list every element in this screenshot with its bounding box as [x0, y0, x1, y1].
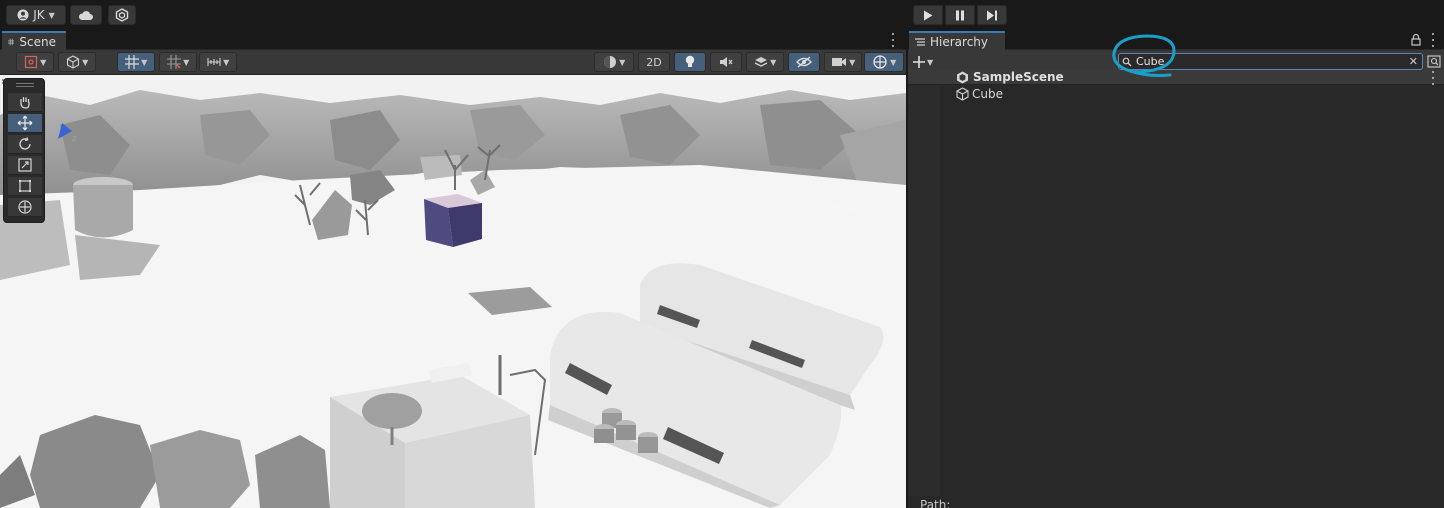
palette-grip[interactable]	[16, 83, 34, 87]
scene-panel: Scene ▼ ▼ ▼ ▼ ▼ ▼ 2D ▼ ▼ ▼ z Persp	[0, 30, 906, 508]
scene-root-row[interactable]: SampleScene	[908, 70, 1444, 85]
chevron-down-icon: ▼	[220, 57, 230, 67]
hand-tool[interactable]	[8, 93, 42, 112]
audio-toggle[interactable]	[710, 52, 742, 72]
plus-icon	[913, 56, 925, 68]
shading-mode-dropdown[interactable]: ▼	[594, 52, 634, 72]
effects-icon	[754, 57, 767, 67]
lighting-toggle[interactable]	[674, 52, 706, 72]
account-label: JK	[33, 8, 45, 22]
grid-snap-icon	[124, 55, 139, 69]
scale-tool[interactable]	[8, 156, 42, 175]
play-icon	[924, 10, 933, 20]
scene-visibility-toggle[interactable]	[788, 52, 820, 72]
scene-viewport[interactable]: y z Persp	[0, 75, 906, 508]
gizmo-icon	[872, 55, 887, 69]
hierarchy-tab-bar: Hierarchy	[908, 30, 1444, 50]
gizmo-z-label: z	[72, 134, 77, 144]
main-toolbar: JK ▼	[0, 0, 1444, 30]
hierarchy-search[interactable]: ✕	[1118, 53, 1423, 70]
rotate-icon	[19, 137, 31, 150]
search-filter-icon[interactable]	[1427, 54, 1441, 69]
clear-search-icon[interactable]: ✕	[1409, 54, 1418, 70]
rect-tool[interactable]	[8, 177, 42, 196]
camera-dropdown[interactable]: ▼	[824, 52, 862, 72]
grid-icon	[8, 38, 15, 45]
list-item-label: Cube	[972, 87, 1003, 101]
scale-icon	[18, 158, 32, 172]
pause-icon	[956, 10, 964, 20]
scene-render	[0, 75, 906, 508]
chevron-down-icon: ▼	[48, 10, 55, 20]
cube-view-icon	[66, 55, 79, 69]
path-label: Path:	[920, 498, 951, 508]
tool-palette	[3, 78, 45, 223]
tab-hierarchy[interactable]: Hierarchy	[909, 31, 1005, 50]
2d-label: 2D	[646, 55, 662, 69]
grid-snap-toggle[interactable]: ▼	[117, 52, 155, 72]
chevron-down-icon: ▼	[616, 57, 626, 67]
cloud-icon	[78, 10, 93, 20]
scene-name: SampleScene	[973, 70, 1064, 84]
scene-row-more-icon[interactable]	[1429, 71, 1437, 85]
hierarchy-more-icon[interactable]	[1429, 33, 1437, 47]
unity-scene-icon	[957, 71, 968, 84]
ruler-icon	[207, 58, 221, 66]
chevron-down-icon: ▼	[846, 57, 856, 67]
increment-snap-toggle[interactable]: ▼	[159, 52, 197, 72]
chevron-down-icon: ▼	[767, 57, 777, 67]
transform-tool-dropdown[interactable]: ▼	[16, 52, 54, 72]
transform-tool[interactable]	[8, 198, 42, 217]
scene-more-icon[interactable]	[889, 33, 897, 47]
hierarchy-gutter	[908, 86, 940, 496]
list-icon	[915, 37, 925, 46]
rotate-tool[interactable]	[8, 135, 42, 154]
tab-scene[interactable]: Scene	[2, 31, 66, 50]
light-icon	[685, 55, 695, 67]
chevron-down-icon: ▼	[37, 57, 47, 67]
chevron-down-icon: ▼	[887, 57, 897, 67]
account-icon	[17, 9, 29, 21]
chevron-down-icon: ▼	[180, 57, 190, 67]
rect-icon	[19, 180, 31, 192]
visibility-icon	[796, 56, 812, 68]
step-button[interactable]	[977, 5, 1007, 25]
hand-icon	[20, 97, 30, 109]
chevron-down-icon: ▼	[138, 57, 148, 67]
chevron-down-icon: ▼	[79, 57, 89, 67]
effects-dropdown[interactable]: ▼	[746, 52, 784, 72]
collab-icon	[115, 8, 129, 22]
chevron-down-icon: ▼	[927, 57, 934, 67]
gizmos-dropdown[interactable]: ▼	[864, 52, 904, 72]
lock-icon[interactable]	[1410, 33, 1422, 46]
perspective-label[interactable]: Persp	[827, 200, 860, 214]
tab-hierarchy-label: Hierarchy	[930, 34, 989, 49]
transform-icon	[18, 200, 32, 214]
search-icon	[1122, 57, 1132, 66]
camera-icon	[831, 58, 846, 66]
audio-mute-icon	[720, 57, 733, 67]
cube-icon	[956, 87, 969, 101]
move-tool[interactable]	[8, 114, 42, 133]
move-icon	[17, 115, 33, 131]
increment-snap-icon	[166, 55, 181, 69]
play-button[interactable]	[913, 5, 943, 25]
2d-toggle[interactable]: 2D	[638, 52, 670, 72]
step-icon	[987, 10, 997, 20]
account-button[interactable]: JK ▼	[6, 5, 66, 25]
shading-sphere-icon	[603, 56, 616, 68]
ruler-dropdown[interactable]: ▼	[199, 52, 237, 72]
scene-tab-bar: Scene	[0, 30, 906, 50]
draw-mode-dropdown[interactable]: ▼	[58, 52, 96, 72]
cloud-button[interactable]	[70, 5, 102, 25]
transform-tool-icon	[24, 55, 37, 69]
collab-button[interactable]	[108, 5, 136, 25]
search-input[interactable]	[1132, 54, 1402, 69]
hierarchy-panel: Hierarchy ▼ ✕ SampleScene Cube Path:	[908, 30, 1444, 508]
list-item[interactable]: Cube	[908, 86, 1444, 102]
add-button[interactable]: ▼	[913, 53, 941, 71]
pause-button[interactable]	[945, 5, 975, 25]
scene-toolbar: ▼ ▼ ▼ ▼ ▼ ▼ 2D ▼ ▼ ▼	[0, 50, 906, 75]
tab-scene-label: Scene	[19, 34, 56, 49]
